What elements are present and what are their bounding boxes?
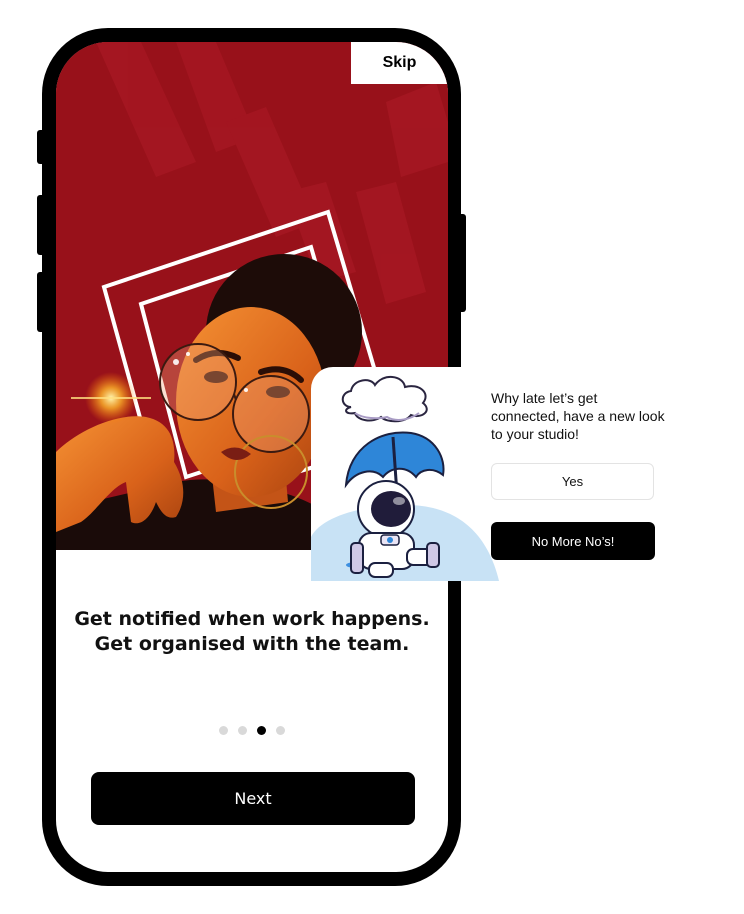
skip-button[interactable]: Skip	[351, 42, 448, 84]
onboarding-headline: Get notified when work happens. Get orga…	[56, 607, 448, 657]
no-more-nos-button[interactable]: No More No’s!	[491, 522, 655, 560]
page-dot-4[interactable]	[276, 726, 285, 735]
page-indicator	[219, 726, 285, 735]
promo-popup: Why late let’s get connected, have a new…	[311, 367, 671, 581]
headline-line-2: Get organised with the team.	[94, 633, 410, 655]
headline-line-1: Get notified when work happens.	[74, 608, 430, 630]
popup-message: Why late let’s get connected, have a new…	[491, 390, 665, 442]
page-dot-3[interactable]	[257, 726, 266, 735]
astronaut-illustration	[311, 367, 501, 581]
page-dot-1[interactable]	[219, 726, 228, 735]
page-dot-2[interactable]	[238, 726, 247, 735]
next-button[interactable]: Next	[91, 772, 415, 825]
yes-button[interactable]: Yes	[491, 463, 654, 500]
astronaut-umbrella-icon	[311, 376, 499, 581]
